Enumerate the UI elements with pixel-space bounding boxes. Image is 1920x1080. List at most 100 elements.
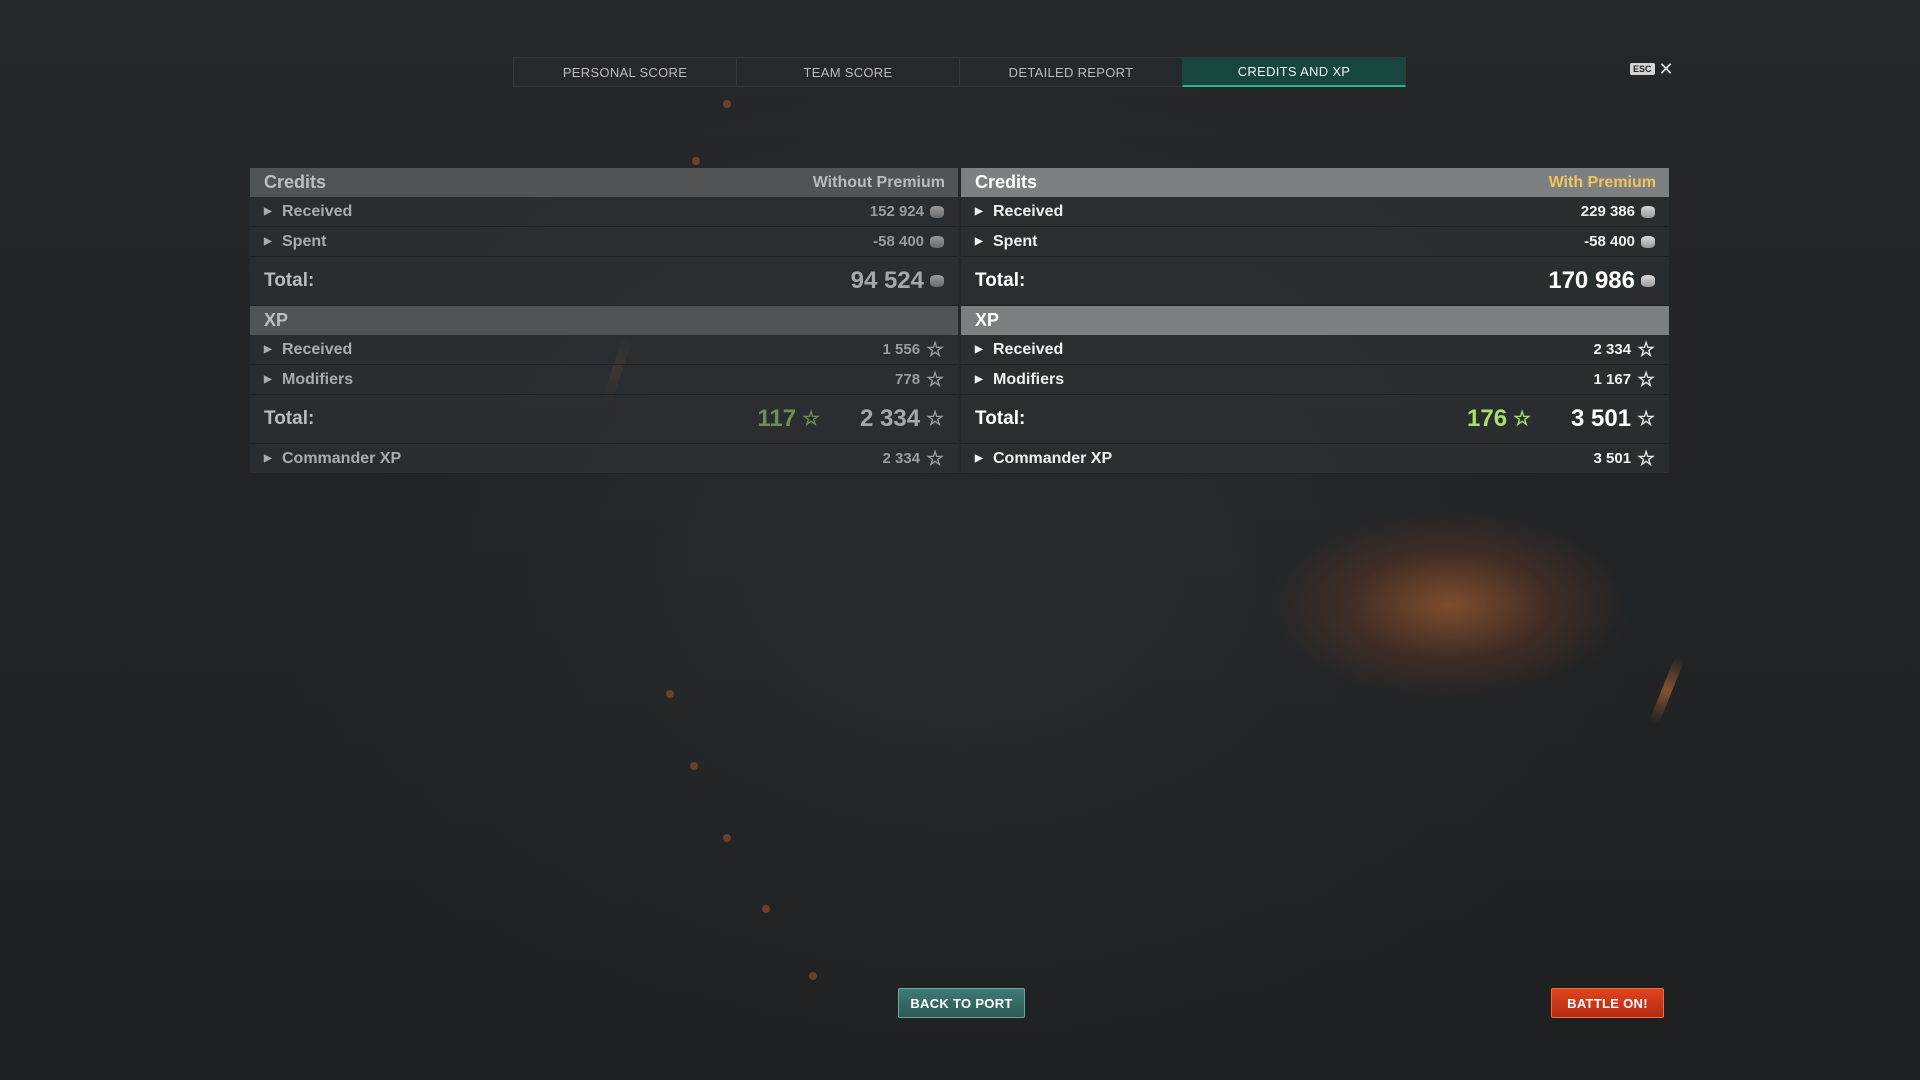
background-ember — [762, 905, 770, 913]
total-label: Total: — [264, 270, 315, 291]
total-label: Total: — [975, 270, 1026, 291]
credits-icon — [930, 235, 944, 248]
credits-received-row[interactable]: ▶ Received 229 386 — [961, 197, 1669, 227]
xp-star-icon: ☆ — [926, 368, 944, 391]
expand-arrow-icon: ▶ — [264, 374, 272, 385]
credits-icon — [1641, 275, 1655, 287]
credits-total-value: 94 524 — [850, 267, 924, 294]
commander-xp-row[interactable]: ▶ Commander XP 2 334 ☆ — [250, 444, 958, 474]
total-label: Total: — [975, 408, 1026, 429]
credits-received-value: 229 386 — [1580, 203, 1635, 220]
xp-star-icon: ☆ — [1637, 368, 1655, 391]
xp-star-icon: ☆ — [1637, 408, 1655, 430]
xp-modifiers-value: 778 — [895, 371, 921, 388]
background-ember — [809, 972, 817, 980]
credits-total-value: 170 986 — [1548, 267, 1635, 294]
credits-total-row: Total: 170 986 — [961, 257, 1669, 306]
background-ember — [692, 157, 700, 165]
commander-xp-value: 2 334 — [882, 450, 921, 467]
xp-received-row[interactable]: ▶ Received 2 334 ☆ — [961, 335, 1669, 365]
close-icon: ✕ — [1658, 59, 1674, 79]
commander-xp-row[interactable]: ▶ Commander XP 3 501 ☆ — [961, 444, 1669, 474]
xp-modifiers-value: 1 167 — [1593, 371, 1632, 388]
expand-arrow-icon: ▶ — [264, 236, 272, 247]
xp-header: XP — [961, 306, 1669, 335]
background-ember — [723, 100, 731, 108]
tab-credits-and-xp[interactable]: CREDITS AND XP — [1182, 57, 1406, 87]
esc-key-badge: ESC — [1630, 63, 1655, 75]
background-ember — [666, 690, 674, 698]
credits-icon — [930, 275, 944, 287]
free-xp-star-icon: ☆ — [1513, 408, 1531, 430]
xp-star-icon: ☆ — [926, 408, 944, 430]
total-label: Total: — [264, 408, 315, 429]
expand-arrow-icon: ▶ — [975, 344, 983, 355]
xp-total-value: 3 501 — [1571, 405, 1632, 432]
xp-title: XP — [975, 310, 1000, 330]
without-premium-panel: Credits Without Premium ▶ Received 152 92… — [250, 168, 958, 474]
row-label: Commander XP — [993, 449, 1113, 467]
credits-received-row[interactable]: ▶ Received 152 924 — [250, 197, 958, 227]
xp-total-value: 2 334 — [860, 405, 921, 432]
free-xp-value: 117 — [757, 405, 797, 432]
tab-personal-score[interactable]: PERSONAL SCORE — [513, 57, 737, 87]
row-label: Received — [282, 340, 353, 358]
tab-detailed-report[interactable]: DETAILED REPORT — [959, 57, 1183, 87]
expand-arrow-icon: ▶ — [975, 206, 983, 217]
credits-spent-value: -58 400 — [1584, 233, 1635, 250]
credits-title: Credits — [264, 172, 327, 192]
row-label: Modifiers — [993, 370, 1065, 388]
row-label: Received — [282, 202, 353, 220]
row-label: Received — [993, 340, 1064, 358]
xp-header: XP — [250, 306, 958, 335]
row-label: Received — [993, 202, 1064, 220]
background-ember — [690, 762, 698, 770]
with-premium-panel: Credits With Premium ▶ Received 229 386 ▶… — [961, 168, 1669, 474]
credits-total-row: Total: 94 524 — [250, 257, 958, 306]
expand-arrow-icon: ▶ — [975, 236, 983, 247]
expand-arrow-icon: ▶ — [264, 344, 272, 355]
xp-received-value: 1 556 — [882, 341, 921, 358]
credits-spent-row[interactable]: ▶ Spent -58 400 — [250, 227, 958, 257]
expand-arrow-icon: ▶ — [264, 206, 272, 217]
xp-received-value: 2 334 — [1593, 341, 1632, 358]
tab-team-score[interactable]: TEAM SCORE — [736, 57, 960, 87]
row-label: Spent — [993, 232, 1038, 250]
credits-icon — [1641, 205, 1655, 218]
credits-header: Credits Without Premium — [250, 168, 958, 197]
credits-icon — [1641, 235, 1655, 248]
xp-star-icon: ☆ — [1637, 447, 1655, 470]
xp-star-icon: ☆ — [1637, 338, 1655, 361]
free-xp-star-icon: ☆ — [802, 408, 820, 430]
background — [0, 0, 1920, 1080]
xp-modifiers-row[interactable]: ▶ Modifiers 778 ☆ — [250, 365, 958, 395]
commander-xp-value: 3 501 — [1593, 450, 1632, 467]
without-premium-label: Without Premium — [812, 173, 945, 191]
credits-spent-row[interactable]: ▶ Spent -58 400 — [961, 227, 1669, 257]
back-to-port-button[interactable]: BACK TO PORT — [898, 988, 1025, 1018]
xp-star-icon: ☆ — [926, 338, 944, 361]
battle-on-button[interactable]: BATTLE ON! — [1551, 988, 1664, 1018]
background-ember — [723, 834, 731, 842]
row-label: Modifiers — [282, 370, 354, 388]
credits-title: Credits — [975, 172, 1038, 192]
row-label: Spent — [282, 232, 327, 250]
tab-bar: PERSONAL SCORE TEAM SCORE DETAILED REPOR… — [513, 57, 1406, 87]
expand-arrow-icon: ▶ — [264, 453, 272, 464]
credits-header: Credits With Premium — [961, 168, 1669, 197]
xp-modifiers-row[interactable]: ▶ Modifiers 1 167 ☆ — [961, 365, 1669, 395]
expand-arrow-icon: ▶ — [975, 374, 983, 385]
credits-icon — [930, 205, 944, 218]
xp-total-row: Total: 117 ☆ 2 334 ☆ — [250, 395, 958, 444]
credits-received-value: 152 924 — [869, 203, 924, 220]
xp-received-row[interactable]: ▶ Received 1 556 ☆ — [250, 335, 958, 365]
with-premium-label: With Premium — [1548, 173, 1656, 191]
expand-arrow-icon: ▶ — [975, 453, 983, 464]
row-label: Commander XP — [282, 449, 402, 467]
xp-title: XP — [264, 310, 289, 330]
free-xp-value: 176 — [1467, 405, 1508, 432]
close-button[interactable]: ESC ✕ — [1630, 59, 1674, 79]
credits-spent-value: -58 400 — [873, 233, 924, 250]
xp-star-icon: ☆ — [926, 447, 944, 470]
xp-total-row: Total: 176 ☆ 3 501 ☆ — [961, 395, 1669, 444]
